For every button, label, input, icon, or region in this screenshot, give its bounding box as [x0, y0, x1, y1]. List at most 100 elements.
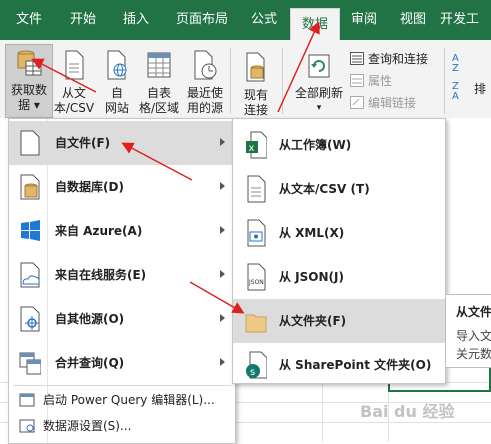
file-icon — [20, 130, 40, 156]
submenu-item-label: 从 XML(X) — [279, 226, 345, 240]
tooltip-title: 从文件 — [456, 305, 491, 319]
chevron-right-icon — [220, 182, 225, 190]
svg-text:x: x — [249, 143, 255, 154]
from-web-button[interactable]: 自 网站 — [98, 50, 136, 116]
from-web-label-2: 网站 — [104, 101, 129, 115]
data-source-settings-icon — [19, 419, 35, 433]
existing-conn-label-1: 现有 — [243, 88, 268, 102]
menu-item-combine-queries[interactable]: 合并查询(Q) — [9, 341, 235, 385]
menu-item-label: 自其他源(O) — [55, 312, 125, 326]
menu-item-from-other-sources[interactable]: 自其他源(O) — [9, 297, 235, 341]
submenu-item-label: 从文本/CSV (T) — [279, 182, 370, 196]
existing-connections-button[interactable]: 现有 连接 — [236, 52, 276, 118]
folder-icon — [245, 314, 267, 333]
menu-item-data-source-settings[interactable]: 数据源设置(S)... — [9, 413, 235, 439]
tab-data[interactable]: 数据 — [290, 8, 340, 41]
from-table-label-1: 自表 — [146, 86, 171, 100]
submenu-item-from-sharepoint[interactable]: s 从 SharePoint 文件夹(O) — [233, 343, 445, 387]
menu-item-label: 来自 Azure(A) — [55, 224, 143, 238]
submenu-item-from-text-csv[interactable]: 从文本/CSV (T) — [233, 167, 445, 211]
tab-view[interactable]: 视图 — [390, 0, 436, 40]
from-file-submenu: x 从工作簿(W) 从文本/CSV (T) 从 XML(X) JSON 从 JS… — [232, 118, 446, 384]
chevron-right-icon — [220, 270, 225, 278]
combine-tables-icon — [19, 352, 41, 375]
refresh-all-button[interactable]: 全部刷新 ▾ — [290, 52, 348, 116]
refresh-all-label: 全部刷新 — [294, 86, 343, 100]
from-table-button[interactable]: 自表 格/区域 — [137, 50, 181, 116]
chevron-right-icon — [220, 138, 225, 146]
submenu-item-from-json[interactable]: JSON 从 JSON(J) — [233, 255, 445, 299]
sort-az-icon[interactable]: AZ — [452, 54, 468, 74]
table-grid-icon — [147, 52, 171, 78]
tooltip-line: 关元数 — [456, 347, 491, 361]
menu-item-label: 来自在线服务(E) — [55, 268, 147, 282]
submenu-item-from-xml[interactable]: 从 XML(X) — [233, 211, 445, 255]
menu-item-label: 合并查询(Q) — [55, 356, 125, 370]
from-text-csv-button[interactable]: 从文 本/CSV — [52, 50, 96, 116]
menu-divider — [13, 385, 231, 386]
get-data-button[interactable]: 获取数 据 ▾ — [5, 44, 53, 118]
sort-button-label[interactable]: 排 — [474, 80, 486, 97]
menu-item-label: 自数据库(D) — [55, 180, 124, 194]
text-file-icon — [247, 175, 266, 203]
connection-file-icon — [246, 52, 265, 82]
tab-formulas[interactable]: 公式 — [242, 0, 286, 40]
queries-connections-label: 查询和连接 — [368, 52, 429, 66]
cloud-file-icon — [20, 262, 40, 288]
submenu-item-label: 从文件夹(F) — [279, 314, 347, 328]
sort-za-icon[interactable]: ZA — [452, 82, 468, 102]
menu-item-from-azure[interactable]: 来自 Azure(A) — [9, 209, 235, 253]
tab-file[interactable]: 文件 — [4, 0, 54, 40]
submenu-item-label: 从 SharePoint 文件夹(O) — [279, 358, 432, 372]
from-text-label-1: 从文 — [61, 86, 86, 100]
svg-text:s: s — [250, 367, 255, 378]
tab-developer[interactable]: 开发工 — [440, 0, 491, 40]
queries-connections-button[interactable]: 查询和连接 — [350, 50, 442, 68]
from-table-label-2: 格/区域 — [138, 101, 180, 115]
properties-icon — [350, 74, 364, 87]
queries-list-icon — [350, 52, 364, 65]
tab-review[interactable]: 审阅 — [342, 0, 386, 40]
recent-sources-button[interactable]: 最近使 用的源 — [183, 50, 227, 116]
tab-page-layout[interactable]: 页面布局 — [164, 0, 240, 40]
from-text-label-2: 本/CSV — [53, 101, 95, 115]
submenu-item-from-folder[interactable]: 从文件夹(F) — [233, 299, 445, 343]
chevron-right-icon — [220, 314, 225, 322]
tooltip-line: 导入文 — [456, 329, 491, 343]
submenu-item-label: 从工作簿(W) — [279, 138, 352, 152]
tab-insert[interactable]: 插入 — [112, 0, 160, 40]
menu-item-from-file[interactable]: 自文件(F) — [9, 121, 235, 165]
refresh-icon — [308, 54, 330, 78]
get-data-label-line1: 获取数 — [10, 83, 47, 97]
existing-conn-label-2: 连接 — [243, 103, 268, 117]
ribbon-separator — [230, 48, 231, 114]
sharepoint-folder-icon: s — [246, 351, 267, 379]
refresh-all-dropdown: ▾ — [316, 103, 322, 113]
excel-workbook-icon: x — [246, 131, 267, 159]
chevron-right-icon — [220, 226, 225, 234]
power-query-editor-icon — [19, 393, 35, 407]
chevron-right-icon — [220, 358, 225, 366]
json-file-icon: JSON — [247, 263, 266, 291]
tab-home[interactable]: 开始 — [58, 0, 108, 40]
menu-item-launch-power-query[interactable]: 启动 Power Query 编辑器(L)... — [9, 387, 235, 413]
azure-windows-icon — [21, 220, 40, 241]
recent-file-clock-icon — [194, 50, 217, 80]
from-web-label-1: 自 — [110, 86, 123, 100]
menu-item-from-database[interactable]: 自数据库(D) — [9, 165, 235, 209]
properties-button[interactable]: 属性 — [350, 72, 442, 90]
get-data-label: 获取数 据 ▾ — [6, 83, 52, 113]
menu-item-label: 自文件(F) — [55, 136, 111, 150]
menu-item-from-online-services[interactable]: 来自在线服务(E) — [9, 253, 235, 297]
recent-sources-label-1: 最近使 — [186, 86, 223, 100]
get-data-menu: 自文件(F) 自数据库(D) 来自 Azure(A) 来自在线服务(E) 自其他… — [8, 118, 236, 444]
ribbon-separator — [444, 48, 445, 114]
edit-links-label: 编辑链接 — [368, 96, 417, 110]
submenu-item-from-workbook[interactable]: x 从工作簿(W) — [233, 123, 445, 167]
edit-links-icon — [350, 96, 364, 109]
xml-file-icon — [247, 219, 266, 247]
baidu-watermark: Bai du 经验 — [360, 402, 455, 421]
submenu-item-label: 从 JSON(J) — [279, 270, 344, 284]
edit-links-button[interactable]: 编辑链接 — [350, 94, 442, 112]
database-table-icon — [17, 50, 42, 76]
